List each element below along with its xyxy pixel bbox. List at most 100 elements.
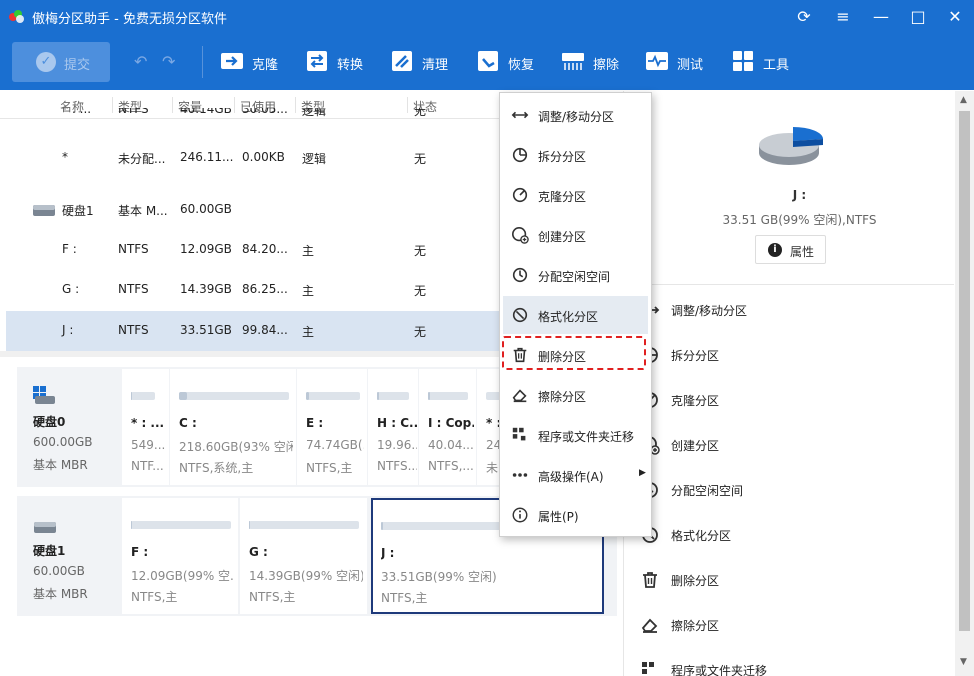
close-button[interactable]: ✕ — [944, 6, 966, 28]
op-label: 克隆分区 — [671, 394, 720, 408]
clone-pie-icon — [512, 187, 528, 203]
usage-fill — [179, 392, 187, 400]
windows-disk-icon — [33, 386, 55, 404]
partition-block[interactable]: H : C... 19.96... NTFS... — [368, 369, 418, 485]
row-name: G : — [62, 282, 80, 296]
menu-item-label: 高级操作(A) — [538, 470, 604, 484]
right-panel-scrollbar[interactable]: ▲ ▼ — [955, 91, 974, 676]
op-label: 分配空闲空间 — [671, 484, 744, 498]
row-type: NTFS — [118, 323, 149, 337]
properties-button[interactable]: i 属性 — [755, 235, 826, 264]
minimize-button[interactable]: — — [870, 6, 892, 28]
usage-bar — [179, 392, 289, 400]
partition-name: * : ... — [131, 416, 165, 430]
submit-button[interactable]: ✓ 提交 — [12, 42, 110, 82]
refresh-icon[interactable]: ⟳ — [793, 6, 815, 28]
partition-name: H : C... — [377, 416, 417, 430]
partition-block[interactable]: C : 218.60GB(93% 空闲) NTFS,系统,主 — [170, 369, 296, 485]
more-dots-icon — [512, 473, 528, 477]
op-format[interactable]: 格式化分区 — [624, 513, 954, 558]
op-label: 创建分区 — [671, 439, 720, 453]
highlight-box — [502, 336, 646, 370]
partition-size: 12.09GB(99% 空... — [131, 569, 235, 583]
row-type: 未分配... — [118, 152, 166, 166]
partition-block[interactable]: * : ... 549... NTF... — [122, 369, 169, 485]
migrate-icon — [642, 662, 654, 674]
menu-item-wipe[interactable]: 擦除分区 — [503, 376, 648, 414]
partition-block[interactable]: G : 14.39GB(99% 空闲) NTFS,主 — [240, 498, 367, 614]
tools-icon — [733, 51, 753, 71]
row-capacity: 12.09GB — [180, 242, 232, 256]
partition-name: G : — [249, 545, 268, 559]
scroll-up-icon[interactable]: ▲ — [960, 95, 967, 105]
op-resize-move[interactable]: 调整/移动分区 — [624, 288, 954, 333]
menu-item-allocate[interactable]: 分配空闲空间 — [503, 256, 648, 294]
format-icon — [512, 307, 528, 323]
info-icon: i — [768, 243, 782, 257]
partition-name: E : — [306, 416, 324, 430]
eraser-icon — [512, 389, 527, 403]
partition-fs: NTFS,主 — [249, 590, 296, 604]
menu-item-advanced[interactable]: 高级操作(A) ▶ — [503, 456, 648, 494]
toolbar-convert-label: 转换 — [337, 58, 364, 73]
menu-item-create[interactable]: 创建分区 — [503, 216, 648, 254]
disk-icon — [34, 522, 56, 533]
partition-block[interactable]: E : 74.74GB(... NTFS,主 — [297, 369, 367, 485]
op-split[interactable]: 拆分分区 — [624, 333, 954, 378]
usage-fill — [249, 521, 251, 529]
menu-item-format[interactable]: 格式化分区 — [503, 296, 648, 334]
disk0-size: 600.00GB — [33, 435, 93, 449]
menu-item-resize-move[interactable]: 调整/移动分区 — [503, 96, 648, 134]
disk0-name: 硬盘0 — [33, 415, 66, 429]
op-wipe[interactable]: 擦除分区 — [624, 603, 954, 648]
row-capacity: 60.00GB — [180, 202, 232, 216]
row-status: 无 — [414, 244, 427, 258]
menu-item-migrate[interactable]: 程序或文件夹迁移 — [503, 416, 648, 454]
toolbar-test-label: 测试 — [677, 58, 704, 73]
op-label: 删除分区 — [671, 574, 720, 588]
partition-fs: NTF... — [131, 459, 164, 473]
usage-fill — [131, 392, 133, 400]
selected-partition-name: J : — [792, 188, 807, 202]
row-status: 无 — [414, 152, 427, 166]
op-clone[interactable]: 克隆分区 — [624, 378, 954, 423]
test-icon — [646, 52, 668, 70]
disk0-info[interactable]: 硬盘0 600.00GB 基本 MBR — [17, 367, 121, 487]
row-part-type: 逻辑 — [302, 152, 327, 166]
menu-item-label: 克隆分区 — [538, 190, 587, 204]
app-logo-icon — [9, 10, 24, 23]
wipe-icon — [562, 53, 584, 70]
disk0-type: 基本 MBR — [33, 458, 88, 472]
partition-block[interactable]: F : 12.09GB(99% 空... NTFS,主 — [122, 498, 238, 614]
op-delete[interactable]: 删除分区 — [624, 558, 954, 603]
scroll-down-icon[interactable]: ▼ — [960, 657, 967, 667]
undo-icon[interactable]: ↶ — [134, 52, 147, 71]
menu-icon[interactable]: ≡ — [832, 6, 854, 28]
scroll-thumb[interactable] — [959, 111, 970, 631]
menu-item-clone[interactable]: 克隆分区 — [503, 176, 648, 214]
disk1-type: 基本 MBR — [33, 587, 88, 601]
maximize-button[interactable]: □ — [907, 6, 929, 28]
row-name: 硬盘1 — [62, 204, 94, 218]
partition-size: 218.60GB(93% 空闲) — [179, 440, 293, 454]
row-capacity: 246.11... — [180, 150, 234, 164]
partition-size: 549... — [131, 438, 166, 452]
resize-arrows-icon — [511, 111, 529, 119]
eraser-icon — [641, 618, 658, 633]
op-create[interactable]: 创建分区 — [624, 423, 954, 468]
menu-item-properties[interactable]: 属性(P) — [503, 496, 648, 534]
row-used: 0.00KB — [242, 150, 285, 164]
partition-block[interactable]: I : Cop... 40.04... NTFS,... — [419, 369, 476, 485]
op-allocate[interactable]: 分配空闲空间 — [624, 468, 954, 513]
partition-size: 74.74GB(... — [306, 438, 364, 452]
usage-bar — [131, 521, 231, 529]
disk1-info[interactable]: 硬盘1 60.00GB 基本 MBR — [17, 496, 121, 616]
toolbar: ✓ 提交 ↶ ↷ 克隆 转换 清理 恢复 擦除 测试 工具 — [0, 34, 974, 90]
create-pie-icon — [511, 226, 529, 244]
op-migrate[interactable]: 程序或文件夹迁移 — [624, 648, 954, 676]
redo-icon[interactable]: ↷ — [162, 52, 175, 71]
menu-item-split[interactable]: 拆分分区 — [503, 136, 648, 174]
submenu-arrow-icon: ▶ — [639, 468, 646, 478]
row-used: 99.84... — [242, 323, 288, 337]
row-name: F : — [62, 242, 77, 256]
